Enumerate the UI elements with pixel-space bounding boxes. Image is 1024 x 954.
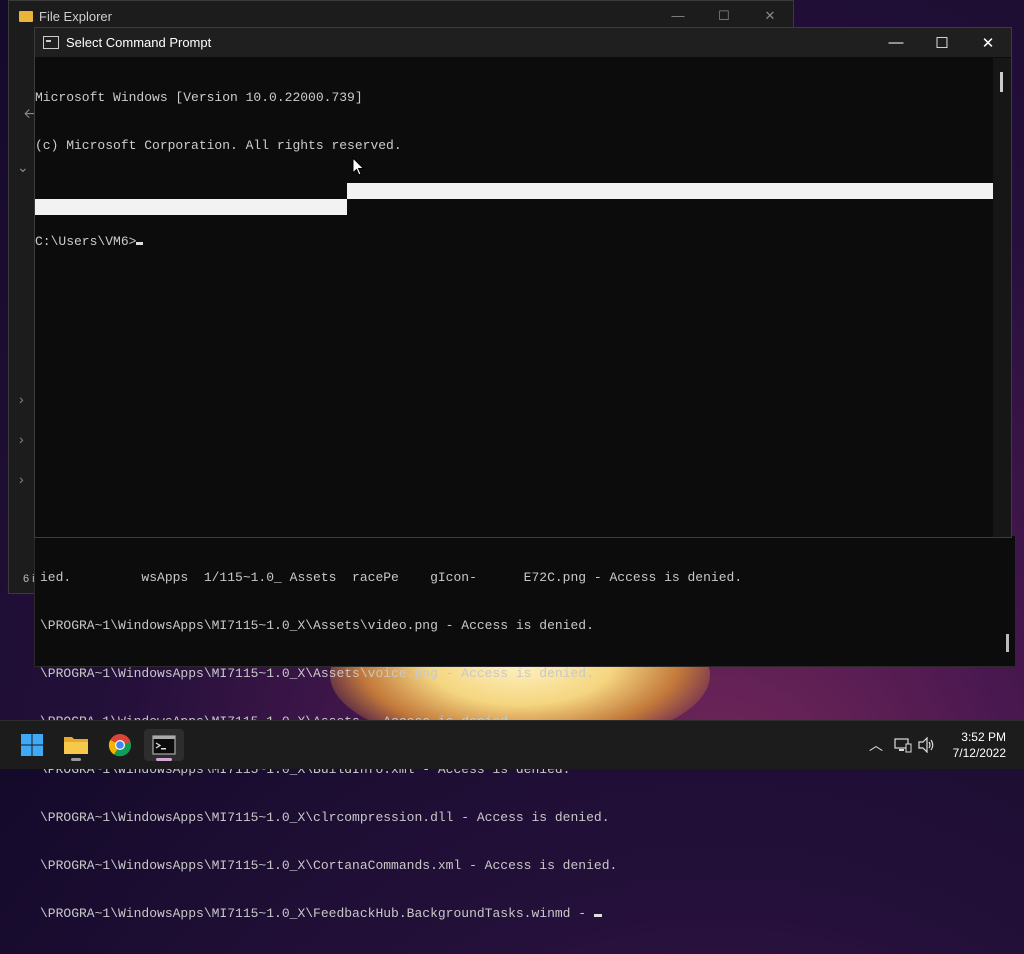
command-prompt-titlebar[interactable]: Select Command Prompt — ☐ ✕ xyxy=(35,28,1011,57)
start-button[interactable] xyxy=(12,729,52,761)
terminal-icon xyxy=(152,735,176,755)
mouse-pointer-icon xyxy=(352,157,365,176)
active-indicator xyxy=(156,758,172,761)
scrollbar-thumb[interactable] xyxy=(1000,72,1003,92)
windows-logo-icon xyxy=(21,734,43,756)
taskbar-chrome[interactable] xyxy=(100,729,140,761)
command-prompt-window[interactable]: Select Command Prompt — ☐ ✕ Microsoft Wi… xyxy=(34,27,1012,538)
taskbar-file-explorer[interactable] xyxy=(56,729,96,761)
network-icon[interactable] xyxy=(894,737,912,753)
text-selection-highlight[interactable] xyxy=(35,199,347,215)
taskbar-clock[interactable]: 3:52 PM 7/12/2022 xyxy=(953,729,1006,761)
console-line: Microsoft Windows [Version 10.0.22000.73… xyxy=(35,90,363,105)
file-explorer-title: File Explorer xyxy=(39,8,112,24)
text-cursor xyxy=(136,242,144,245)
console-line: \PROGRA~1\WindowsApps\MI7115~1.0_X\Corta… xyxy=(40,858,618,873)
system-tray: ︿ xyxy=(866,721,936,769)
running-indicator xyxy=(71,758,81,761)
vertical-scrollbar[interactable] xyxy=(993,58,1011,537)
text-cursor xyxy=(593,914,602,917)
window-title: Select Command Prompt xyxy=(66,35,212,50)
maximize-button[interactable]: ☐ xyxy=(919,28,965,57)
taskbar-command-prompt[interactable] xyxy=(144,729,184,761)
command-prompt-line: C:\Users\VM6> xyxy=(35,234,137,249)
close-button[interactable]: ✕ xyxy=(747,8,793,24)
minimize-button[interactable]: — xyxy=(873,28,919,57)
chevron-right-icon[interactable]: › xyxy=(19,391,24,407)
folder-icon xyxy=(64,737,88,754)
volume-icon[interactable] xyxy=(918,737,936,753)
background-console-output[interactable]: ied. wsApps 1/115~1.0_ Assets racePe gIc… xyxy=(34,535,1016,921)
chevron-down-icon[interactable]: ⌄ xyxy=(17,159,29,176)
scrollbar-thumb[interactable] xyxy=(1006,634,1009,652)
console-line: ied. wsApps 1/115~1.0_ Assets racePe gIc… xyxy=(40,570,743,585)
maximize-button[interactable]: ☐ xyxy=(701,8,747,24)
text-selection-highlight[interactable] xyxy=(347,183,995,199)
terminal-icon xyxy=(43,36,59,49)
taskbar: ︿ 3:52 PM 7/12/2022 xyxy=(0,720,1024,769)
clock-date: 7/12/2022 xyxy=(952,746,1006,760)
console-line: \PROGRA~1\WindowsApps\MI7115~1.0_X\Feedb… xyxy=(40,906,594,921)
close-button[interactable]: ✕ xyxy=(965,28,1011,57)
folder-icon xyxy=(19,10,33,22)
console-line: (c) Microsoft Corporation. All rights re… xyxy=(35,138,402,153)
console-text-area[interactable]: Microsoft Windows [Version 10.0.22000.73… xyxy=(35,58,995,537)
chevron-up-icon[interactable]: ︿ xyxy=(866,735,886,755)
chrome-icon xyxy=(108,734,132,757)
console-line: \PROGRA~1\WindowsApps\MI7115~1.0_X\Asset… xyxy=(40,666,594,681)
console-line: \PROGRA~1\WindowsApps\MI7115~1.0_X\Asset… xyxy=(40,618,594,633)
chevron-right-icon[interactable]: › xyxy=(19,471,24,487)
console-line: \PROGRA~1\WindowsApps\MI7115~1.0_X\clrco… xyxy=(40,810,610,825)
minimize-button[interactable]: — xyxy=(655,8,701,24)
clock-time: 3:52 PM xyxy=(961,730,1006,744)
chevron-right-icon[interactable]: › xyxy=(19,431,24,447)
